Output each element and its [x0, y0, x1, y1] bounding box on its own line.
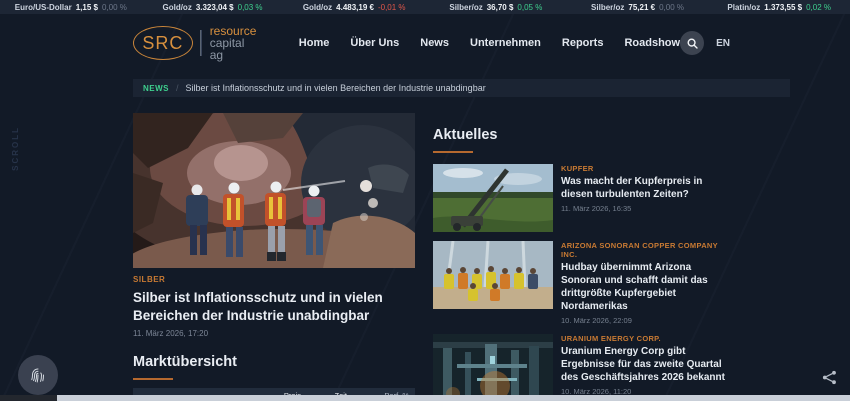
- news-strip-label: NEWS: [143, 84, 169, 93]
- news-item-title[interactable]: Uranium Energy Corp gibt Ergebnisse für …: [561, 345, 733, 384]
- search-icon: [687, 38, 698, 49]
- main-article-column: SILBER Silber ist Inflationsschutz und i…: [133, 113, 415, 401]
- list-item[interactable]: URANIUM ENERGY CORP. Uranium Energy Corp…: [433, 334, 733, 401]
- logo-line2: capital ag: [210, 37, 261, 61]
- article-category[interactable]: SILBER: [133, 275, 415, 284]
- news-thumbnail-plant: [433, 334, 553, 401]
- news-strip-headline[interactable]: Silber ist Inflationsschutz und in viele…: [186, 83, 486, 93]
- ticker-item[interactable]: Euro/US-Dollar 1,15 $ 0,00 %: [0, 3, 142, 12]
- aktuelles-column: Aktuelles KUPFER: [433, 111, 733, 401]
- fingerprint-button[interactable]: [18, 355, 58, 395]
- news-item-text: URANIUM ENERGY CORP. Uranium Energy Corp…: [561, 334, 733, 401]
- mine-tunnel-illustration: [133, 113, 415, 268]
- news-item-category[interactable]: ARIZONA SONORAN COPPER COMPANY INC.: [561, 241, 733, 259]
- news-item-date: 10. März 2026, 22:09: [561, 316, 733, 325]
- search-button[interactable]: [680, 31, 704, 55]
- ticker-change: 0,02 %: [806, 3, 831, 12]
- news-thumbnail-drill-rig: [433, 164, 553, 232]
- nav-links: Home Über Uns News Unternehmen Reports R…: [299, 37, 680, 49]
- logo-separator: [200, 30, 202, 56]
- news-item-title[interactable]: Was macht der Kupferpreis in diesen turb…: [561, 175, 733, 201]
- aktuelles-title: Aktuelles: [433, 127, 733, 143]
- ticker-name: Platin/oz: [727, 3, 760, 12]
- ticker-item[interactable]: Platin/oz 1.373,55 $ 0,02 %: [708, 3, 850, 12]
- nav-right-tools: EN: [680, 31, 730, 55]
- ticker-change: 0,00 %: [102, 3, 127, 12]
- logo-wordmark: resource capital ag: [210, 25, 261, 61]
- news-item-date: 11. März 2026, 16:35: [561, 204, 733, 213]
- logo-src-mark: SRC: [133, 26, 193, 60]
- ticker-value: 1.373,55 $: [764, 3, 802, 12]
- news-thumbnail-group-photo: [433, 241, 553, 309]
- news-ticker-strip: NEWS / Silber ist Inflationsschutz und i…: [133, 79, 790, 97]
- news-item-text: ARIZONA SONORAN COPPER COMPANY INC. Hudb…: [561, 241, 733, 325]
- article-title[interactable]: Silber ist Inflationsschutz und in viele…: [133, 289, 425, 325]
- horizontal-scrollbar-thumb[interactable]: [57, 395, 850, 401]
- language-toggle[interactable]: EN: [716, 38, 730, 49]
- ticker-name: Silber/oz: [591, 3, 624, 12]
- ticker-name: Euro/US-Dollar: [15, 3, 72, 12]
- ticker-item[interactable]: Silber/oz 75,21 € 0,00 %: [567, 3, 709, 12]
- company-logo[interactable]: SRC resource capital ag: [133, 25, 261, 61]
- horizontal-scrollbar[interactable]: [0, 395, 850, 401]
- ticker-change: -0,01 %: [378, 3, 406, 12]
- ticker-value: 75,21 €: [628, 3, 655, 12]
- share-button[interactable]: [822, 370, 837, 390]
- ticker-change: 0,00 %: [659, 3, 684, 12]
- aktuelles-list: KUPFER Was macht der Kupferpreis in dies…: [433, 164, 733, 401]
- list-item[interactable]: KUPFER Was macht der Kupferpreis in dies…: [433, 164, 733, 232]
- ticker-name: Gold/oz: [162, 3, 191, 12]
- nav-item-roadshow[interactable]: Roadshow: [624, 37, 680, 49]
- nav-item-unternehmen[interactable]: Unternehmen: [470, 37, 541, 49]
- ticker-value: 36,70 $: [487, 3, 514, 12]
- ticker-name: Silber/oz: [449, 3, 482, 12]
- ticker-name: Gold/oz: [303, 3, 332, 12]
- main-article-image[interactable]: [133, 113, 415, 268]
- ticker-item[interactable]: Gold/oz 4.483,19 € -0,01 %: [283, 3, 425, 12]
- article-date: 11. März 2026, 17:20: [133, 329, 415, 338]
- fingerprint-icon: [28, 365, 48, 385]
- ticker-value: 4.483,19 €: [336, 3, 374, 12]
- list-item[interactable]: ARIZONA SONORAN COPPER COMPANY INC. Hudb…: [433, 241, 733, 325]
- ticker-value: 3.323,04 $: [196, 3, 234, 12]
- nav-item-ueber-uns[interactable]: Über Uns: [350, 37, 399, 49]
- aktuelles-accent: [433, 151, 473, 153]
- ticker-item[interactable]: Silber/oz 36,70 $ 0,05 %: [425, 3, 567, 12]
- ticker-value: 1,15 $: [76, 3, 98, 12]
- news-item-category[interactable]: URANIUM ENERGY CORP.: [561, 334, 733, 343]
- ticker-change: 0,03 %: [238, 3, 263, 12]
- nav-item-news[interactable]: News: [420, 37, 449, 49]
- ticker-item[interactable]: Gold/oz 3.323,04 $ 0,03 %: [142, 3, 284, 12]
- nav-item-home[interactable]: Home: [299, 37, 330, 49]
- scroll-rail-label: SCROLL: [11, 126, 20, 171]
- main-navbar: SRC resource capital ag Home Über Uns Ne…: [133, 14, 730, 72]
- processing-plant-illustration: [433, 334, 553, 401]
- news-item-title[interactable]: Hudbay übernimmt Arizona Sonoran und sch…: [561, 261, 733, 313]
- market-overview-accent: [133, 378, 173, 380]
- news-item-category[interactable]: KUPFER: [561, 164, 733, 173]
- news-item-text: KUPFER Was macht der Kupferpreis in dies…: [561, 164, 733, 232]
- group-photo-illustration: [433, 241, 553, 309]
- nav-item-reports[interactable]: Reports: [562, 37, 604, 49]
- commodity-ticker-bar: Euro/US-Dollar 1,15 $ 0,00 % Gold/oz 3.3…: [0, 0, 850, 14]
- drill-rig-illustration: [433, 164, 553, 232]
- share-icon: [822, 370, 837, 385]
- news-strip-separator: /: [176, 83, 179, 93]
- ticker-change: 0,05 %: [517, 3, 542, 12]
- market-overview-title: Marktübersicht: [133, 354, 415, 370]
